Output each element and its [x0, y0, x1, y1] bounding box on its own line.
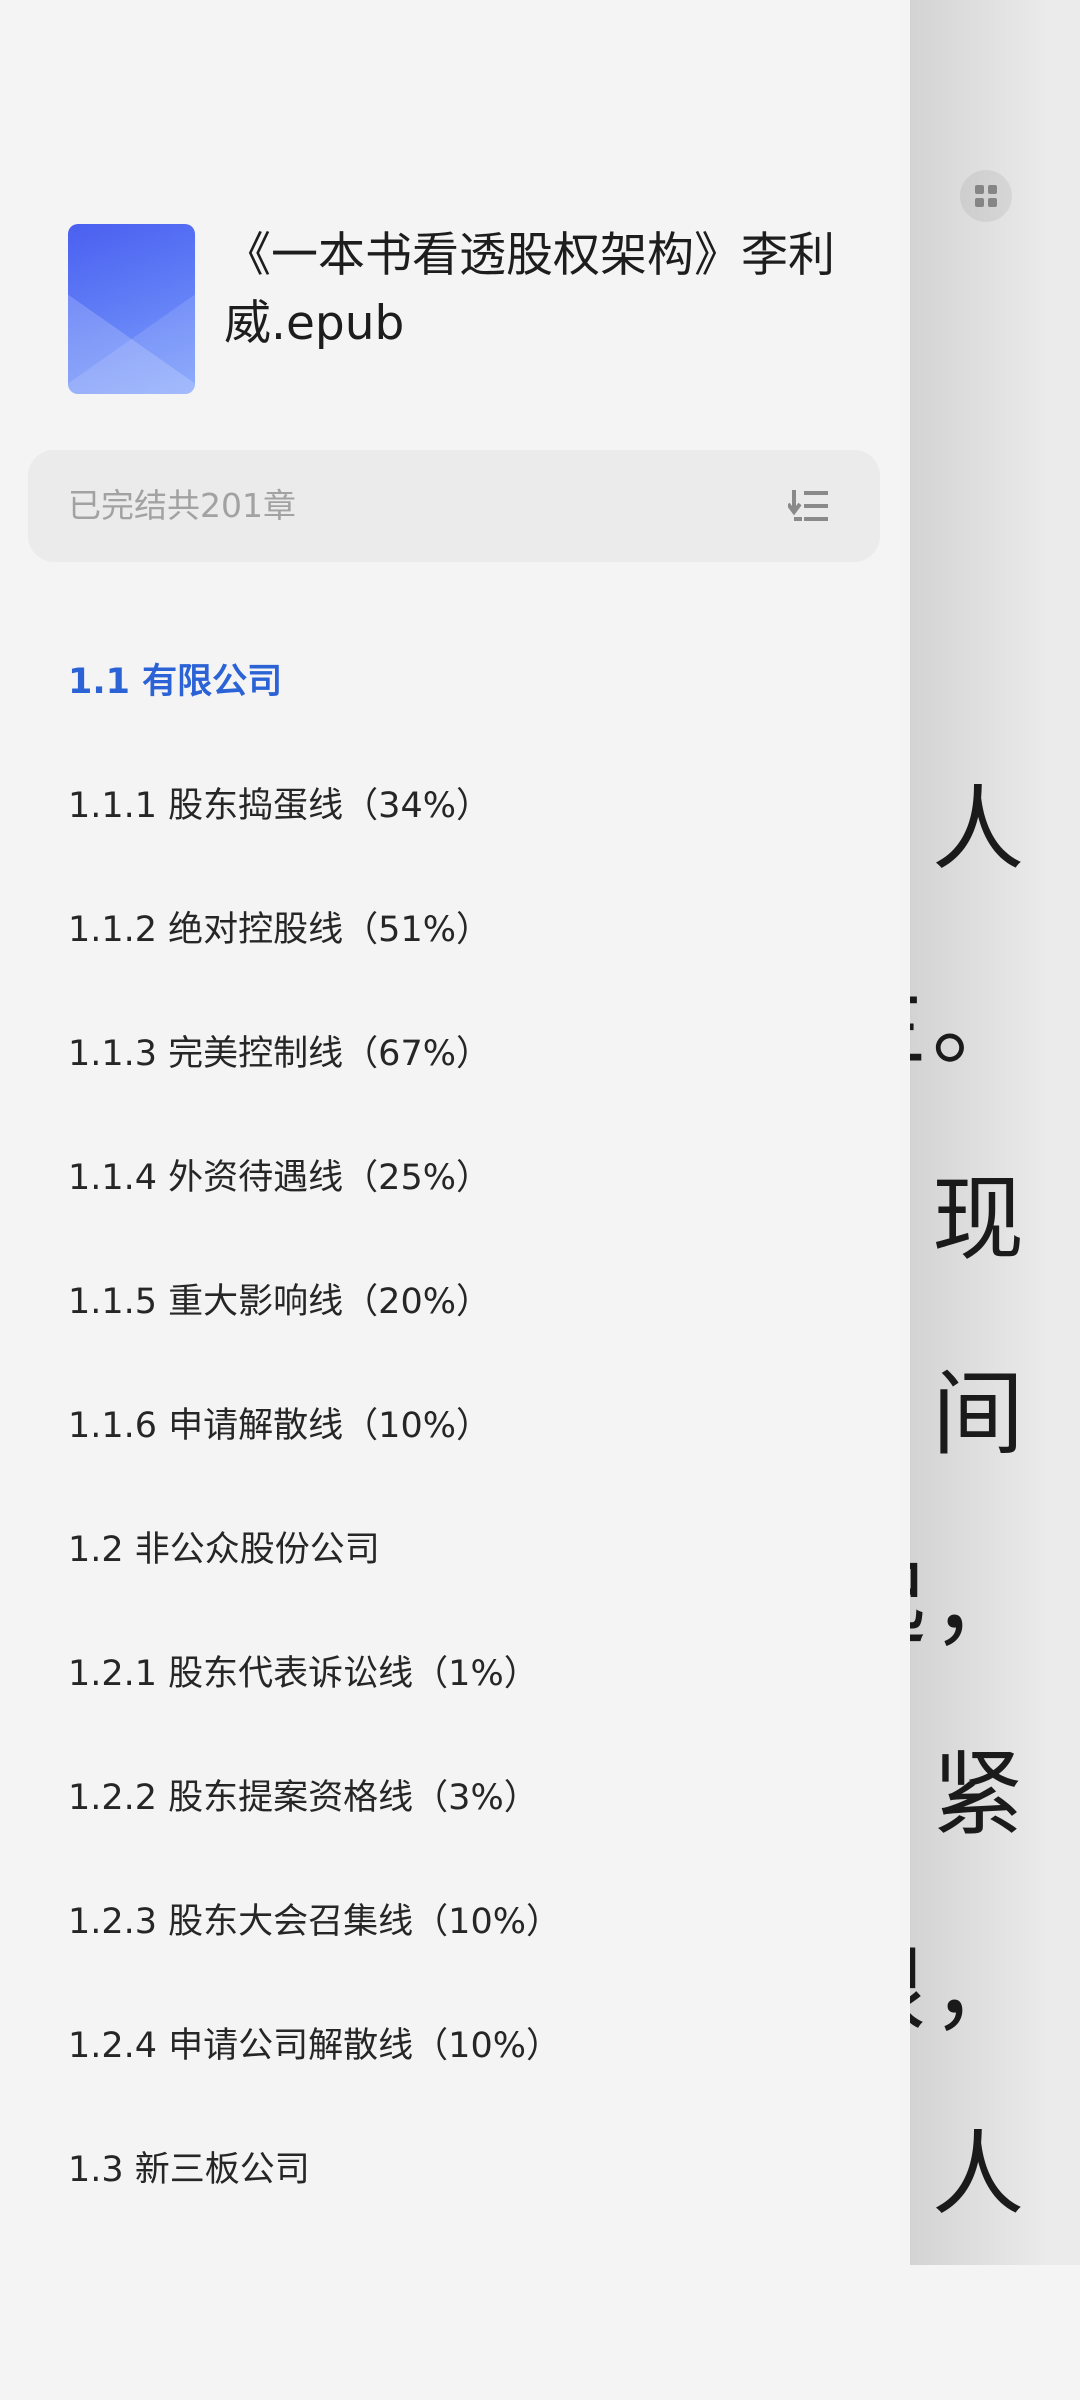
status-bar: 已完结共201章 [28, 450, 880, 562]
reader-line: 间 [931, 1361, 1030, 1468]
toc-item[interactable]: 1.1.3 完美控制线（67%） [68, 992, 888, 1116]
toc-item[interactable]: 1.1.5 重大影响线（20%） [68, 1240, 888, 1364]
toc-item[interactable]: 1.2.4 申请公司解散线（10%） [68, 1984, 888, 2108]
reader-line: 现 [931, 1166, 1030, 1273]
book-header[interactable]: 《一本书看透股权架构》李利威.epub [68, 222, 868, 394]
chapter-status: 已完结共201章 [68, 486, 296, 525]
reader-line: 人 [931, 2121, 1030, 2228]
reader-line: 人 [931, 776, 1030, 883]
book-title: 《一本书看透股权架构》李利威.epub [224, 228, 835, 351]
toc-item[interactable]: 1.2.3 股东大会召集线（10%） [68, 1860, 888, 1984]
book-cover-icon [68, 224, 195, 394]
reader-line: 紧 [931, 1741, 1030, 1848]
sort-order-icon[interactable] [788, 488, 830, 524]
toc-item[interactable]: 1.1 有限公司 [68, 620, 888, 744]
toc-item[interactable]: 1.2.2 股东提案资格线（3%） [68, 1736, 888, 1860]
toc-item[interactable]: 1.1.6 申请解散线（10%） [68, 1364, 888, 1488]
toc-item[interactable]: 1.1.1 股东捣蛋线（34%） [68, 744, 888, 868]
toc-item[interactable]: 1.3 新三板公司 [68, 2108, 888, 2232]
toc-item[interactable]: 1.1.2 绝对控股线（51%） [68, 868, 888, 992]
toc-drawer: 《一本书看透股权架构》李利威.epub 已完结共201章 1.1 有限公司 1.… [0, 0, 910, 2400]
toc-item[interactable]: 1.2.1 股东代表诉讼线（1%） [68, 1612, 888, 1736]
toc-item[interactable]: 1.2 非公众股份公司 [68, 1488, 888, 1612]
toc-item[interactable]: 1.1.4 外资待遇线（25%） [68, 1116, 888, 1240]
